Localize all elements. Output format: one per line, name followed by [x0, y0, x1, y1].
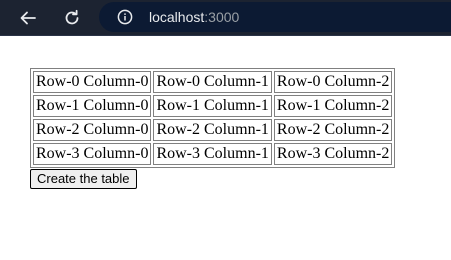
table-cell: Row-2 Column-2	[273, 119, 393, 141]
table-row: Row-2 Column-0 Row-2 Column-1 Row-2 Column…	[33, 119, 393, 141]
table-cell: Row-0 Column-1	[153, 71, 272, 93]
create-table-button[interactable]: Create the table	[30, 169, 137, 189]
url-host: localhost	[149, 9, 205, 25]
table-row: Row-3 Column-0 Row-3 Column-1 Row-3 Column…	[33, 143, 393, 165]
table-cell: Row-1 Column-0	[33, 95, 152, 117]
info-icon[interactable]	[117, 9, 133, 25]
table-cell: Row-3 Column-2	[273, 143, 393, 165]
address-url[interactable]: localhost:3000	[149, 9, 239, 25]
table-cell: Row-2 Column-0	[33, 119, 152, 141]
url-port: :3000	[204, 9, 240, 25]
arrow-left-icon	[20, 11, 36, 25]
browser-toolbar: localhost:3000	[0, 0, 451, 36]
data-table: Row-0 Column-0 Row-0 Column-1 Row-0 Column…	[30, 68, 396, 168]
table-cell: Row-1 Column-1	[153, 95, 272, 117]
table-cell: Row-1 Column-2	[273, 95, 393, 117]
reload-button[interactable]	[57, 3, 87, 33]
back-button[interactable]	[13, 3, 43, 33]
page-content: Row-0 Column-0 Row-0 Column-1 Row-0 Column…	[30, 68, 396, 189]
address-bar[interactable]: localhost:3000	[99, 2, 451, 32]
table-cell: Row-3 Column-1	[153, 143, 272, 165]
table-cell: Row-0 Column-0	[33, 71, 152, 93]
table-row: Row-0 Column-0 Row-0 Column-1 Row-0 Column…	[33, 71, 393, 93]
table-cell: Row-0 Column-2	[273, 71, 393, 93]
reload-icon	[65, 9, 79, 25]
table-row: Row-1 Column-0 Row-1 Column-1 Row-1 Column…	[33, 95, 393, 117]
table-cell: Row-3 Column-0	[33, 143, 152, 165]
table-cell: Row-2 Column-1	[153, 119, 272, 141]
